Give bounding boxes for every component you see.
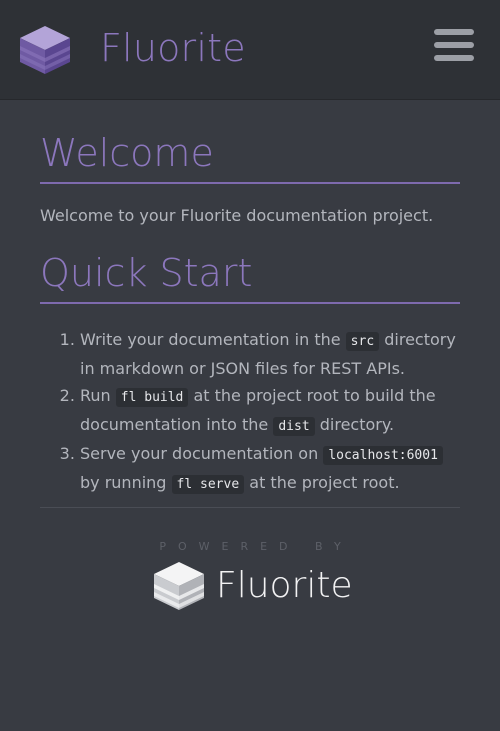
fluorite-logo-icon[interactable] bbox=[18, 24, 72, 76]
main-content: Welcome Welcome to your Fluorite documen… bbox=[40, 130, 460, 498]
code-fl-serve: fl serve bbox=[171, 475, 245, 494]
quick-start-heading: Quick Start bbox=[40, 250, 460, 304]
code-dist: dist bbox=[273, 417, 315, 436]
powered-by-label: POWERED BY bbox=[159, 540, 353, 553]
quick-start-step: Serve your documentation on localhost:60… bbox=[80, 440, 460, 498]
code-src: src bbox=[345, 332, 380, 351]
hamburger-menu-icon[interactable] bbox=[434, 29, 474, 63]
code-localhost: localhost:6001 bbox=[323, 446, 443, 465]
fluorite-cube-white-icon[interactable] bbox=[152, 560, 206, 612]
quick-start-step: Run fl build at the project root to buil… bbox=[80, 382, 460, 440]
welcome-text: Welcome to your Fluorite documentation p… bbox=[40, 206, 434, 225]
footer-brand[interactable]: Fluorite bbox=[216, 565, 353, 606]
footer-divider bbox=[40, 507, 460, 508]
code-fl-build: fl build bbox=[115, 388, 189, 407]
quick-start-step: Write your documentation in the src dire… bbox=[80, 326, 460, 382]
quick-start-steps: Write your documentation in the src dire… bbox=[40, 326, 460, 498]
welcome-heading: Welcome bbox=[40, 130, 460, 184]
app-title[interactable]: Fluorite bbox=[100, 26, 246, 70]
app-header: Fluorite bbox=[0, 0, 500, 100]
